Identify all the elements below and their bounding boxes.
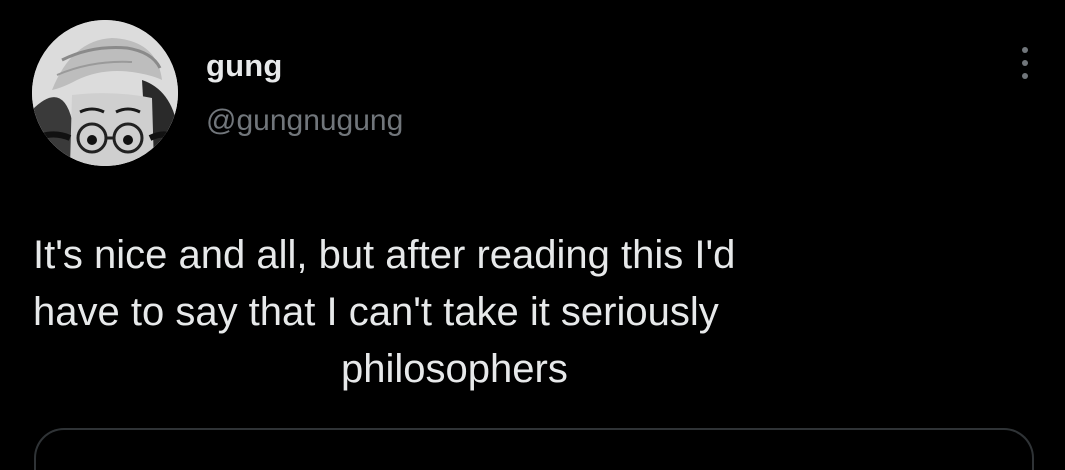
display-name[interactable]: gung xyxy=(206,48,283,84)
tweet-text-line2: philosophers xyxy=(341,347,568,391)
embedded-card[interactable] xyxy=(34,428,1034,470)
tweet-text: It's nice and all, but after reading thi… xyxy=(33,170,993,455)
vertical-ellipsis-icon xyxy=(1022,47,1028,53)
user-handle[interactable]: @gungnugung xyxy=(206,104,403,138)
tweet-text-line1: It's nice and all, but after reading thi… xyxy=(33,233,736,334)
profile-photo xyxy=(32,20,178,166)
vertical-ellipsis-icon xyxy=(1022,60,1028,66)
tweet: gung @gungnugung It's nice and all, but … xyxy=(0,0,1065,470)
vertical-ellipsis-icon xyxy=(1022,73,1028,79)
more-options-button[interactable] xyxy=(1008,38,1042,88)
avatar[interactable] xyxy=(32,20,178,166)
